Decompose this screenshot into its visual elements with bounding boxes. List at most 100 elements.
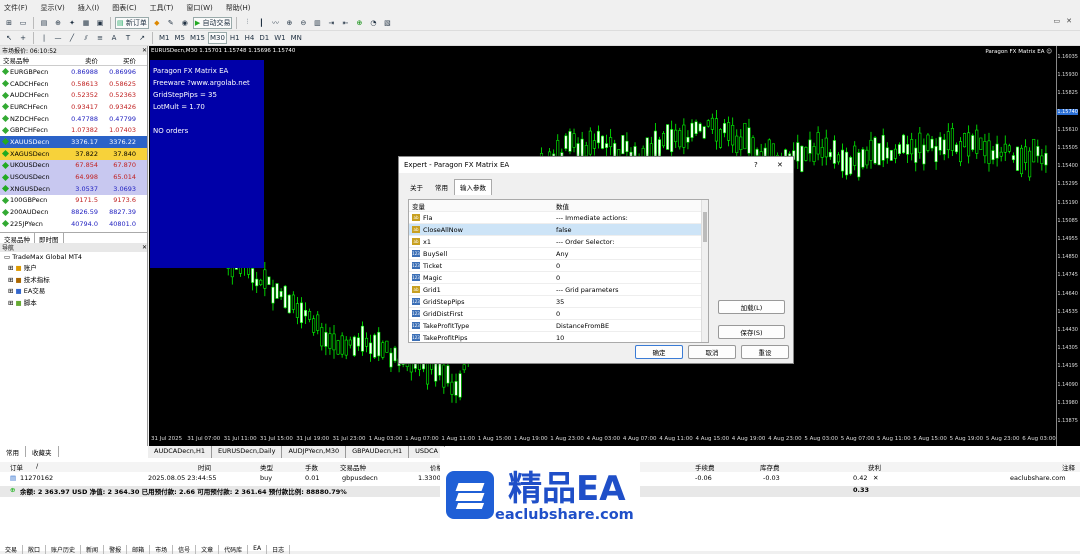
terminal-tab[interactable]: 新闻 (81, 545, 105, 554)
terminal-tab[interactable]: EA (248, 545, 268, 554)
list-item[interactable]: UKOUSDecn 67.854 67.870 (0, 159, 147, 172)
param-row[interactable]: 123 TakeProfitType DistanceFromBE (409, 320, 708, 332)
close-order-icon[interactable]: ✕ (873, 474, 878, 482)
list-item[interactable]: 100GBPecn 9171.5 9173.6 (0, 194, 147, 207)
vline-icon[interactable]: | (38, 32, 50, 44)
navigator-item[interactable]: ⊞ ■ 技术指标 (4, 275, 147, 287)
navigator-item[interactable]: ⊞ ■ 账户 (4, 263, 147, 275)
terminal-tab[interactable]: 敞口 (23, 545, 47, 554)
timeframe-W1[interactable]: W1 (272, 32, 287, 44)
param-value[interactable]: false (509, 226, 659, 234)
arrows-icon[interactable]: ↗ (136, 32, 148, 44)
line-chart-icon[interactable]: 〰 (269, 17, 281, 29)
tab-tick-chart[interactable]: 即时图 (35, 232, 64, 244)
new-order-button[interactable]: ▤ 新订单 (115, 16, 149, 29)
terminal-tab[interactable]: 文章 (196, 545, 220, 554)
metaeditor-icon[interactable]: ◆ (151, 17, 163, 29)
trendline-icon[interactable]: ╱ (66, 32, 78, 44)
load-button[interactable]: 加载(L) (718, 300, 785, 314)
list-item[interactable]: 225JPYecn 40794.0 40801.0 (0, 217, 147, 230)
dialog-close-icon[interactable]: ✕ (777, 161, 783, 169)
grid-scrollbar[interactable] (701, 200, 708, 342)
param-value[interactable]: Any (509, 250, 659, 258)
history-icon[interactable]: ◉ (179, 17, 191, 29)
column-header[interactable]: / (36, 462, 38, 470)
column-header[interactable]: 注释 (1062, 462, 1075, 472)
param-row[interactable]: 123 TakeProfitPips 10 (409, 332, 708, 342)
menu-item[interactable]: 显示(V) (41, 3, 65, 13)
column-header[interactable]: 时间 (198, 462, 211, 472)
param-value[interactable]: --- Immediate actions: (509, 214, 659, 222)
param-value[interactable]: 35 (509, 298, 659, 306)
terminal-icon[interactable]: ▦ (80, 17, 92, 29)
timeframe-M1[interactable]: M1 (157, 32, 172, 44)
tile-icon[interactable]: ▥ (311, 17, 323, 29)
chart-shift-icon[interactable]: ⇤ (339, 17, 351, 29)
zoom-in-icon[interactable]: ⊕ (283, 17, 295, 29)
menu-item[interactable]: 图表(C) (112, 3, 136, 13)
column-header[interactable]: 手续费 (695, 462, 715, 472)
param-row[interactable]: 123 GridDistFirst 0 (409, 308, 708, 320)
param-row[interactable]: ab Grid1 --- Grid parameters (409, 284, 708, 296)
navigator-root[interactable]: ▭ TradeMax Global MT4 (4, 252, 147, 264)
auto-trading-button[interactable]: ▶ 自动交易 (192, 16, 233, 29)
dialog-tab[interactable]: 关于 (404, 179, 429, 195)
minimize-icon[interactable]: ▭ (1054, 17, 1061, 25)
timeframe-M5[interactable]: M5 (173, 32, 188, 44)
timeframe-M15[interactable]: M15 (188, 32, 207, 44)
column-header[interactable]: 类型 (260, 462, 273, 472)
list-item[interactable]: CADCHFecn 0.58613 0.58625 (0, 77, 147, 90)
column-header[interactable]: 手数 (305, 462, 318, 472)
navigator-item[interactable]: ⊞ ■ EA交易 (4, 286, 147, 298)
list-item[interactable]: XNGUSDecn 3.0537 3.0693 (0, 182, 147, 195)
expand-icon[interactable]: ⊞ (8, 299, 16, 307)
left-tab[interactable]: 常用 (0, 446, 26, 457)
list-item[interactable]: XAUUSDecn 3376.17 3376.22 (0, 136, 147, 148)
list-item[interactable]: AUDCHFecn 0.52352 0.52363 (0, 89, 147, 102)
column-header[interactable]: 获利 (868, 462, 881, 472)
param-value[interactable]: --- Grid parameters (509, 286, 659, 294)
indicators-icon[interactable]: ⊕ (353, 17, 365, 29)
dialog-tab[interactable]: 输入参数 (454, 179, 492, 195)
terminal-tab[interactable]: 日志 (267, 545, 291, 554)
list-item[interactable]: XAGUSDecn 37.822 37.840 (0, 147, 147, 160)
close-navigator-icon[interactable]: ✕ (142, 244, 147, 251)
chart-tab[interactable]: EURUSDecn,Daily (211, 446, 283, 458)
label-icon[interactable]: T (122, 32, 134, 44)
terminal-tab[interactable]: 账户历史 (46, 545, 82, 554)
column-header[interactable]: 订单 (10, 462, 23, 472)
timeframe-H4[interactable]: H4 (243, 32, 257, 44)
terminal-tab[interactable]: 邮箱 (127, 545, 151, 554)
tab-symbols[interactable]: 交易品种 (0, 232, 35, 244)
menu-item[interactable]: 窗口(W) (186, 3, 212, 13)
param-row[interactable]: 123 Ticket 0 (409, 260, 708, 272)
data-window-icon[interactable]: ⊕ (52, 17, 64, 29)
hline-icon[interactable]: — (52, 32, 64, 44)
menu-item[interactable]: 工具(T) (150, 3, 174, 13)
terminal-tab[interactable]: 代码库 (219, 545, 249, 554)
timeframe-D1[interactable]: D1 (257, 32, 271, 44)
param-row[interactable]: 123 Magic 0 (409, 272, 708, 284)
periods-icon[interactable]: ◔ (367, 17, 379, 29)
param-row[interactable]: 123 GridStepPips 35 (409, 296, 708, 308)
timeframe-MN[interactable]: MN (289, 32, 304, 44)
crosshair-icon[interactable]: + (17, 32, 29, 44)
param-row[interactable]: 123 BuySell Any (409, 248, 708, 260)
cancel-button[interactable]: 取消 (688, 345, 736, 359)
param-value[interactable]: --- Order Selector: (509, 238, 659, 246)
channel-icon[interactable]: ⫽ (80, 32, 92, 44)
list-item[interactable]: EURCHFecn 0.93417 0.93426 (0, 101, 147, 113)
tester-icon[interactable]: ▣ (94, 17, 106, 29)
save-button[interactable]: 保存(S) (718, 325, 785, 339)
expand-icon[interactable]: ⊞ (8, 287, 16, 295)
help-icon[interactable]: ? (754, 161, 758, 169)
terminal-tab[interactable]: 信号 (173, 545, 197, 554)
close-window-icon[interactable]: ✕ (1066, 17, 1072, 25)
param-row[interactable]: ab x1 --- Order Selector: (409, 236, 708, 248)
ok-button[interactable]: 确定 (635, 345, 683, 359)
autoscroll-icon[interactable]: ⇥ (325, 17, 337, 29)
terminal-tab[interactable]: 交易 (0, 545, 24, 554)
param-value[interactable]: 0 (509, 274, 659, 282)
menu-item[interactable]: 帮助(H) (226, 3, 251, 13)
new-chart-icon[interactable]: ⊞ (3, 17, 15, 29)
